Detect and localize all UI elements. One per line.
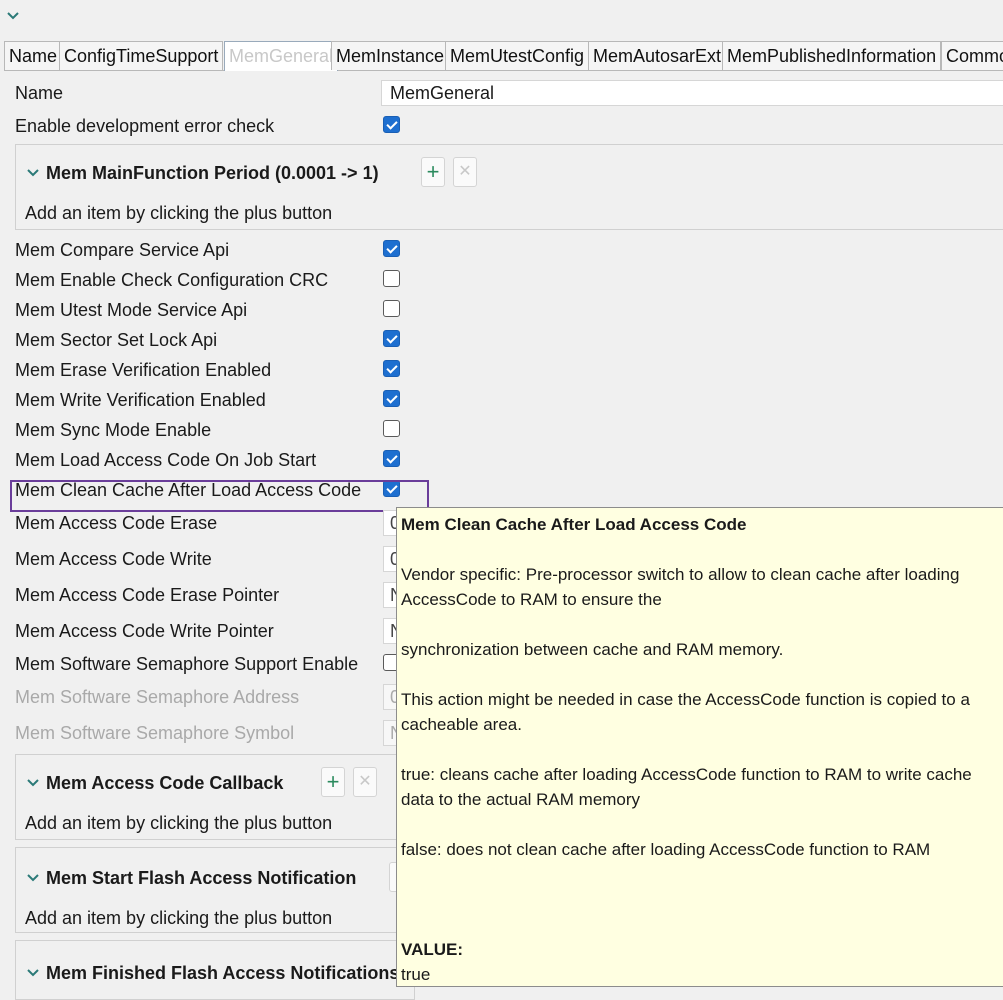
access-code-erase-pointer-label: Mem Access Code Erase Pointer (15, 585, 280, 605)
name-label: Name (15, 83, 64, 103)
semaphore-address-label: Mem Software Semaphore Address (15, 687, 300, 707)
erase-verification-checkbox[interactable] (383, 360, 400, 377)
tooltip-title: Mem Clean Cache After Load Access Code (401, 515, 747, 534)
add-item-button[interactable]: + (421, 157, 445, 187)
tooltip-popup: Mem Clean Cache After Load Access Code V… (396, 507, 1003, 987)
start-flash-access-title: Mem Start Flash Access Notification (46, 868, 357, 888)
selection-highlight (10, 480, 429, 512)
semaphore-symbol-label: Mem Software Semaphore Symbol (15, 723, 295, 743)
erase-verification-label: Mem Erase Verification Enabled (15, 360, 272, 380)
dev-error-check-label: Enable development error check (15, 116, 275, 136)
finished-flash-access-title: Mem Finished Flash Access Notifications (46, 963, 400, 983)
chevron-down-icon[interactable] (27, 777, 39, 789)
utest-mode-service-api-label: Mem Utest Mode Service Api (15, 300, 248, 320)
add-item-button[interactable]: + (321, 767, 345, 797)
tab-mem-published-information[interactable]: MemPublishedInformation (722, 41, 942, 70)
write-verification-label: Mem Write Verification Enabled (15, 390, 266, 410)
dev-error-check-checkbox[interactable] (383, 116, 400, 133)
access-code-erase-label: Mem Access Code Erase (15, 513, 218, 533)
enable-check-config-crc-label: Mem Enable Check Configuration CRC (15, 270, 329, 290)
load-access-code-label: Mem Load Access Code On Job Start (15, 450, 317, 470)
delete-item-button[interactable]: ✕ (353, 767, 377, 797)
tab-common[interactable]: Common (941, 41, 1003, 70)
sector-set-lock-api-label: Mem Sector Set Lock Api (15, 330, 218, 350)
access-code-callback-hint: Add an item by clicking the plus button (25, 813, 333, 833)
main-function-period-hint: Add an item by clicking the plus button (25, 203, 333, 223)
enable-check-config-crc-checkbox[interactable] (383, 270, 400, 287)
access-code-write-label: Mem Access Code Write (15, 549, 212, 569)
name-input[interactable]: MemGeneral (381, 80, 1003, 106)
tab-name[interactable]: Name (4, 41, 63, 70)
write-verification-checkbox[interactable] (383, 390, 400, 407)
tooltip-paragraph: Vendor specific: Pre-processor switch to… (401, 565, 960, 609)
collapse-chevron-icon[interactable] (6, 9, 20, 23)
sector-set-lock-api-checkbox[interactable] (383, 330, 400, 347)
tooltip-value: true (401, 965, 431, 984)
chevron-down-icon[interactable] (27, 967, 39, 979)
delete-item-button[interactable]: ✕ (453, 157, 477, 187)
access-code-write-pointer-label: Mem Access Code Write Pointer (15, 621, 274, 641)
tab-bar: Name ConfigTimeSupport MemGeneral MemIns… (4, 41, 1003, 71)
sync-mode-enable-label: Mem Sync Mode Enable (15, 420, 212, 440)
main-function-period-title: Mem MainFunction Period (0.0001 -> 1) (46, 163, 379, 183)
load-access-code-checkbox[interactable] (383, 450, 400, 467)
utest-mode-service-api-checkbox[interactable] (383, 300, 400, 317)
start-flash-access-hint: Add an item by clicking the plus button (25, 908, 333, 928)
tooltip-paragraph: false: does not clean cache after loadin… (401, 840, 931, 859)
tab-mem-instance[interactable]: MemInstance (331, 41, 450, 70)
access-code-callback-group: Mem Access Code Callback + ✕ Add an item… (15, 754, 415, 840)
compare-service-api-checkbox[interactable] (383, 240, 400, 257)
compare-service-api-label: Mem Compare Service Api (15, 240, 230, 260)
finished-flash-access-group: Mem Finished Flash Access Notifications (15, 940, 415, 1000)
semaphore-support-enable-label: Mem Software Semaphore Support Enable (15, 654, 359, 674)
tab-config-time-support[interactable]: ConfigTimeSupport (59, 41, 224, 70)
tab-mem-autosar-ext[interactable]: MemAutosarExt (588, 41, 727, 70)
start-flash-access-group: Mem Start Flash Access Notification Add … (15, 847, 415, 933)
tooltip-paragraph: synchronization between cache and RAM me… (401, 640, 784, 659)
tooltip-value-label: VALUE: (401, 940, 464, 959)
tab-mem-utest-config[interactable]: MemUtestConfig (445, 41, 590, 70)
tooltip-paragraph: true: cleans cache after loading AccessC… (401, 765, 972, 809)
access-code-callback-title: Mem Access Code Callback (46, 773, 284, 793)
chevron-down-icon[interactable] (27, 872, 39, 884)
tooltip-paragraph: This action might be needed in case the … (401, 690, 970, 734)
tab-mem-general[interactable]: MemGeneral (224, 41, 339, 71)
chevron-down-icon[interactable] (27, 167, 39, 179)
main-function-period-group: Mem MainFunction Period (0.0001 -> 1) + … (15, 144, 1003, 230)
sync-mode-enable-checkbox[interactable] (383, 420, 400, 437)
